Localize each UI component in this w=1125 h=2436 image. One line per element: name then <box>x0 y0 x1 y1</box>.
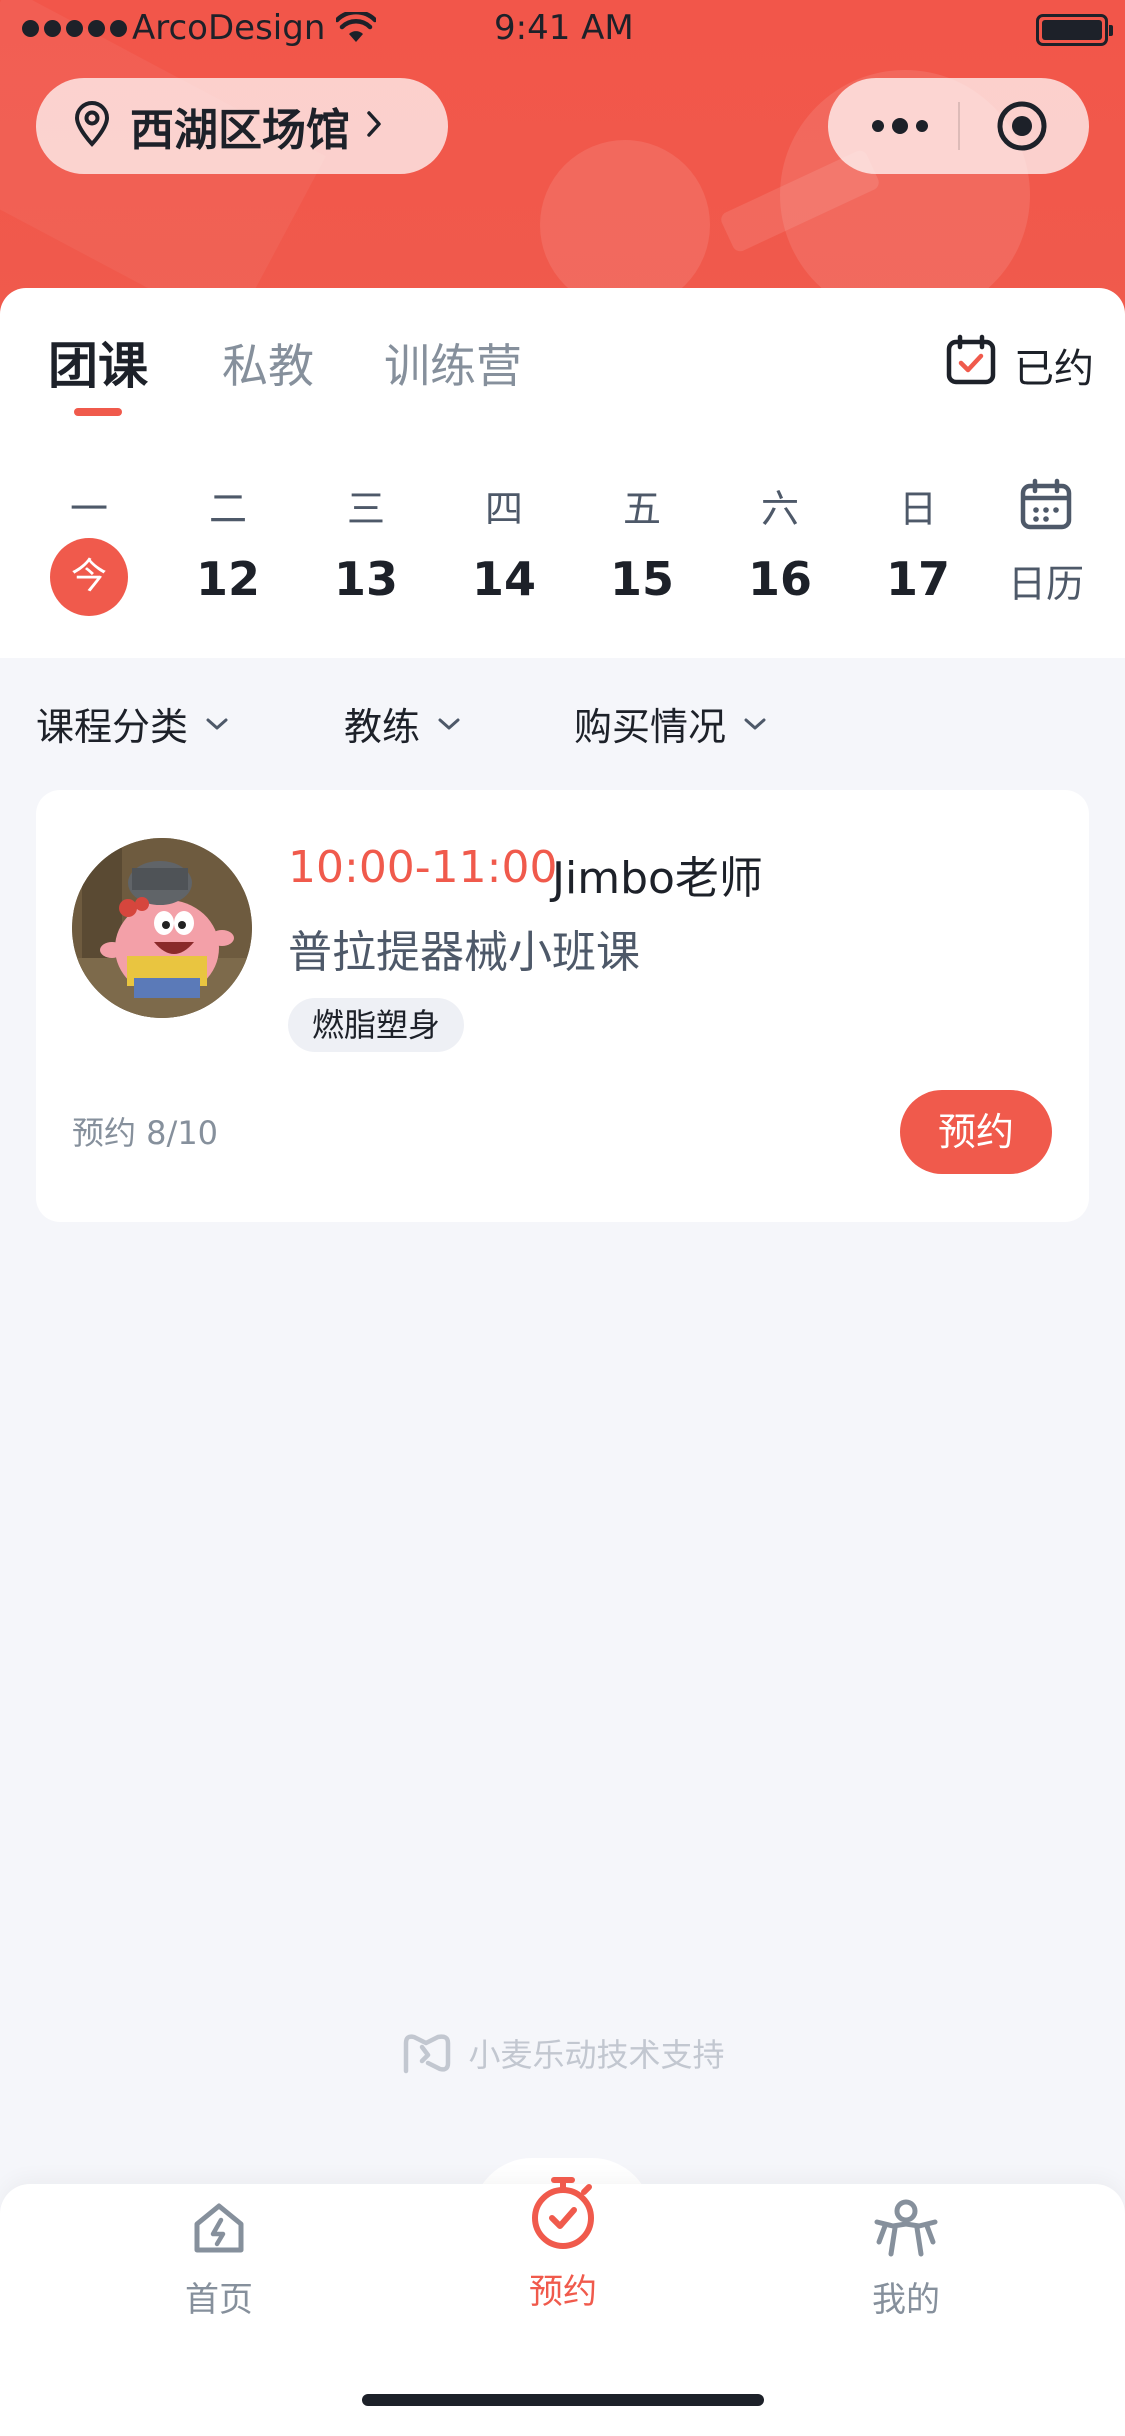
booking-count: 预约 8/10 <box>72 1114 219 1152</box>
day-item[interactable]: 五 15 <box>582 478 702 606</box>
filter-coach[interactable]: 教练 <box>344 696 462 751</box>
day-item[interactable]: 二 12 <box>168 478 288 606</box>
tab-group-class[interactable]: 团课 <box>48 326 148 398</box>
capsule-divider <box>958 102 960 150</box>
tabbar-label: 预约 <box>529 2272 597 2312</box>
weekday-label: 日 <box>898 487 937 531</box>
carrier-name: ArcoDesign <box>132 8 326 48</box>
coach-avatar <box>72 838 252 1018</box>
status-bar: ArcoDesign 9:41 AM <box>0 0 1125 60</box>
weekday-label: 六 <box>760 487 799 531</box>
booked-label: 已约 <box>1014 346 1094 392</box>
course-name: 普拉提器械小班课 <box>288 927 640 978</box>
calendar-check-icon <box>946 334 996 396</box>
chevron-down-icon <box>438 718 460 729</box>
day-number: 13 <box>333 552 398 606</box>
tab-training-camp[interactable]: 训练营 <box>384 330 522 396</box>
calendar-icon <box>998 478 1094 539</box>
course-time: 10:00-11:00 <box>288 842 558 893</box>
more-icon[interactable] <box>870 114 930 142</box>
chevron-down-icon <box>744 718 766 729</box>
tab-private-coach[interactable]: 私教 <box>222 330 314 396</box>
weekday-label: 一 <box>69 487 108 531</box>
location-selector[interactable]: 西湖区场馆 <box>36 78 448 174</box>
signal-icon <box>22 20 127 37</box>
weekday-label: 五 <box>622 487 661 531</box>
coach-name: Jimbo老师 <box>552 853 763 904</box>
chevron-right-icon <box>364 109 384 143</box>
filter-bar: 课程分类 教练 购买情况 <box>0 680 1125 760</box>
battery-icon <box>1036 14 1113 46</box>
day-item[interactable]: 四 14 <box>444 478 564 606</box>
filter-label: 购买情况 <box>574 705 727 749</box>
header: ArcoDesign 9:41 AM 西湖区场馆 <box>0 0 1125 330</box>
weekday-label: 四 <box>484 487 523 531</box>
home-indicator <box>362 2394 764 2406</box>
day-number: 12 <box>195 552 260 606</box>
miniprogram-capsule <box>828 78 1089 174</box>
day-item[interactable]: 三 13 <box>306 478 426 606</box>
booked-button[interactable]: 已约 <box>946 334 1094 396</box>
header-decoration <box>540 140 710 310</box>
calendar-label: 日历 <box>1007 562 1084 606</box>
course-tag: 燃脂塑身 <box>288 998 465 1052</box>
location-pin-icon <box>72 101 112 151</box>
day-number: 17 <box>885 552 950 606</box>
today-marker: 今 <box>50 538 128 616</box>
home-bolt-icon <box>194 2203 244 2253</box>
tabbar-booking[interactable]: 预约 <box>483 2174 643 2313</box>
day-number: 16 <box>747 552 812 606</box>
book-button[interactable]: 预约 <box>900 1090 1052 1174</box>
status-time: 9:41 AM <box>494 8 634 48</box>
weekday-label: 二 <box>208 487 247 531</box>
tabbar-profile[interactable]: 我的 <box>826 2198 986 2321</box>
day-item[interactable]: 六 16 <box>720 478 840 606</box>
day-number: 15 <box>609 552 674 606</box>
active-tab-indicator <box>74 408 122 416</box>
powered-by-label: 小麦乐动技术支持 <box>468 2036 725 2074</box>
week-strip: 一 今 二 12 三 13 四 14 五 15 六 16 日 17 日历 <box>0 478 1125 628</box>
filter-course-category[interactable]: 课程分类 <box>36 696 230 751</box>
chevron-down-icon <box>206 718 228 729</box>
person-icon <box>874 2199 938 2257</box>
location-name: 西湖区场馆 <box>130 105 350 156</box>
stopwatch-icon <box>532 2177 594 2249</box>
weekday-label: 三 <box>346 487 385 531</box>
powered-by: 小麦乐动技术支持 <box>0 2030 1125 2076</box>
day-item[interactable]: 日 17 <box>858 478 978 606</box>
day-today[interactable]: 一 今 <box>29 478 149 616</box>
schedule-panel: 团课 私教 训练营 已约 一 今 二 12 三 13 四 14 五 15 六 1… <box>0 288 1125 658</box>
filter-purchase-status[interactable]: 购买情况 <box>574 696 768 751</box>
brand-logo-icon <box>404 2034 451 2074</box>
calendar-button[interactable]: 日历 <box>998 478 1094 608</box>
close-miniprogram-icon[interactable] <box>996 100 1048 156</box>
filter-label: 课程分类 <box>36 705 189 749</box>
tabbar-label: 首页 <box>185 2280 253 2320</box>
filter-label: 教练 <box>344 705 421 749</box>
course-card[interactable]: 10:00-11:00 Jimbo老师 普拉提器械小班课 燃脂塑身 预约 8/1… <box>36 790 1089 1222</box>
wifi-icon <box>334 9 378 53</box>
day-number: 14 <box>471 552 536 606</box>
tabbar-home[interactable]: 首页 <box>139 2198 299 2321</box>
tabbar-label: 我的 <box>872 2280 940 2320</box>
